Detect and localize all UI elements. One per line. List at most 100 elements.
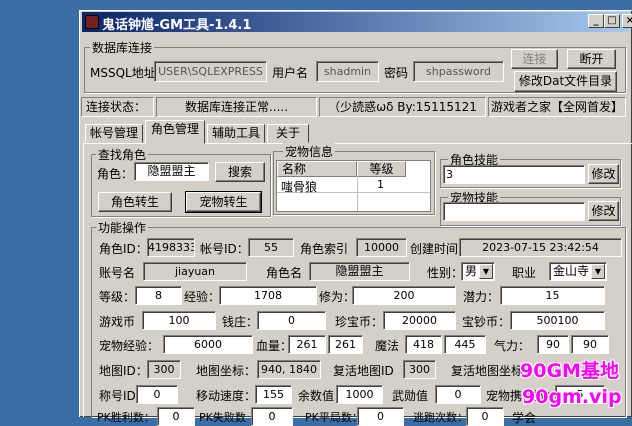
ingot-coin-label: 宝钞币： (462, 315, 511, 329)
mssql-address-input[interactable]: USER\SQLEXPRESS (154, 61, 267, 82)
role-rebirth-button[interactable]: 角色转生 (98, 192, 172, 212)
table-row[interactable]: 嗤骨狼 1 (277, 177, 430, 194)
cultivation-input[interactable]: 200 (352, 286, 456, 305)
exp-label: 经验： (184, 290, 221, 304)
qi-max-input[interactable]: 90 (571, 335, 609, 354)
job-select[interactable]: 金山寺 ▼ (549, 262, 607, 281)
role-search-input[interactable]: 隐盟盟主 (134, 162, 209, 181)
bank-input[interactable]: 0 (257, 311, 326, 330)
mssql-address-label: MSSQL地址 (90, 66, 156, 80)
app-icon (85, 15, 99, 29)
db-section-title: 数据库连接 (90, 39, 155, 56)
map-coord-field: 940, 1840 (257, 360, 321, 379)
surplus-input[interactable]: 1000 (336, 385, 383, 404)
role-name-label: 角色名 (266, 266, 303, 280)
pet-exp-label: 宠物经验： (99, 339, 160, 353)
username-input[interactable]: shadmin (316, 61, 379, 82)
pet-skill-modify-button[interactable]: 修改 (588, 201, 619, 221)
bank-label: 钱庄： (222, 315, 259, 329)
status-text: 数据库连接正常..... (156, 97, 317, 117)
maximize-button[interactable]: □ (604, 14, 620, 28)
level-label: 等级： (99, 290, 136, 304)
mp-current-input[interactable]: 418 (405, 335, 442, 354)
tab-about[interactable]: 关于 (267, 124, 309, 143)
role-label: 角色： (97, 167, 134, 181)
job-value: 金山寺 (553, 264, 590, 278)
gender-label: 性别： (427, 266, 464, 280)
watermark-line1: 90GM基地 (520, 360, 619, 382)
surplus-label: 余数值 (298, 389, 335, 403)
treasure-coin-label: 珍宝币： (335, 315, 384, 329)
mp-label: 魔法 (375, 339, 400, 353)
find-role-title: 查找角色 (96, 146, 149, 163)
title-bar[interactable]: 鬼话钟馗-GM工具-1.4.1 _ □ × (82, 12, 632, 33)
revive-map-id-field: 300 (403, 360, 436, 379)
school-label: 学会 (512, 411, 537, 425)
qi-label: 气力： (494, 339, 531, 353)
close-button[interactable]: × (622, 14, 632, 28)
qi-current-input[interactable]: 90 (537, 335, 569, 354)
treasure-coin-input[interactable]: 20000 (383, 311, 456, 330)
account-name-field: jiayuan (143, 262, 247, 281)
escape-label: 逃跑次数： (413, 411, 468, 424)
window-title: 鬼话钟馗-GM工具-1.4.1 (102, 18, 252, 33)
title-id-input[interactable]: 0 (136, 385, 178, 404)
tab-account[interactable]: 帐号管理 (85, 124, 143, 143)
role-name-field: 隐盟盟主 (309, 262, 410, 281)
chevron-down-icon[interactable]: ▼ (591, 264, 605, 279)
mp-max-input[interactable]: 445 (444, 335, 486, 354)
site-text: 游戏者之家【全网首发】 (488, 97, 626, 117)
pet-exp-input[interactable]: 6000 (163, 335, 253, 354)
watermark-line2: 90gm.vip (522, 386, 622, 408)
coin-input[interactable]: 100 (142, 311, 216, 330)
pet-col-name[interactable]: 名称 (277, 161, 357, 177)
pet-skill-input[interactable] (443, 202, 585, 221)
hp-label: 血量： (256, 339, 293, 353)
pet-table: 名称 等级 嗤骨狼 1 (276, 160, 431, 212)
account-name-label: 账号名 (99, 266, 136, 280)
role-skill-input[interactable]: 3 (443, 165, 585, 184)
revive-coord-label: 复活地图坐标 (451, 364, 524, 378)
disconnect-button[interactable]: 断开 (567, 49, 616, 69)
title-id-label: 称号ID (99, 389, 136, 403)
pet-info-title: 宠物信息 (283, 143, 336, 160)
coin-label: 游戏币 (99, 315, 136, 329)
role-index-label: 角色索引 (300, 242, 349, 256)
chevron-down-icon[interactable]: ▼ (479, 264, 493, 279)
pk-flat-label: PK平局数： (305, 411, 363, 424)
move-speed-label: 移动速度： (196, 389, 257, 403)
status-label: 连接状态： (81, 97, 154, 117)
gender-value: 男 (465, 264, 478, 278)
gender-select[interactable]: 男 ▼ (461, 262, 495, 281)
job-label: 职业 (512, 266, 537, 280)
pet-rebirth-button[interactable]: 宠物转生 (185, 191, 262, 213)
pk-lose-label: PK失败数 (199, 411, 246, 424)
password-input[interactable]: shpassword (413, 61, 504, 82)
cultivation-label: 修为： (319, 290, 356, 304)
exp-input[interactable]: 1708 (219, 286, 317, 305)
revive-map-id-label: 复活地图ID (333, 364, 394, 378)
hp-max-input[interactable]: 261 (328, 335, 363, 354)
arms-label: 武勋值 (392, 389, 429, 403)
password-label: 密码 (384, 66, 409, 80)
change-dat-dir-button[interactable]: 修改Dat文件目录 (514, 71, 617, 92)
tab-role[interactable]: 角色管理 (145, 120, 205, 144)
created-field: 2023-07-15 23:42:54 (459, 238, 622, 257)
role-id-label: 角色ID： (99, 242, 148, 256)
connect-button[interactable]: 连接 (511, 49, 558, 69)
role-id-field: 4198333 (147, 238, 195, 257)
pet-col-level[interactable]: 等级 (357, 161, 406, 177)
arms-input[interactable]: 0 (435, 385, 481, 404)
role-index-field: 10000 (356, 238, 407, 257)
username-label: 用户名 (272, 66, 309, 80)
search-button[interactable]: 搜索 (215, 162, 265, 182)
level-input[interactable]: 8 (135, 286, 182, 305)
function-ops-title: 功能操作 (96, 219, 149, 236)
role-skill-modify-button[interactable]: 修改 (588, 164, 619, 184)
potential-input[interactable]: 15 (500, 286, 605, 305)
minimize-button[interactable]: _ (588, 14, 604, 28)
ingot-coin-input[interactable]: 500100 (510, 311, 605, 330)
tab-tools[interactable]: 辅助工具 (207, 124, 265, 143)
hp-current-input[interactable]: 261 (288, 335, 326, 354)
move-speed-input[interactable]: 155 (255, 385, 292, 404)
